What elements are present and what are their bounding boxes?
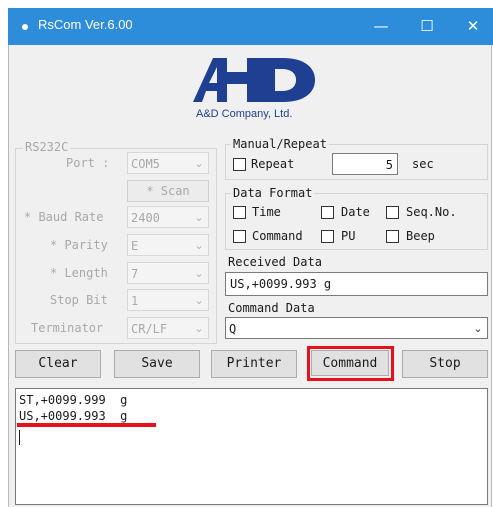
length-label: * Length bbox=[50, 266, 108, 280]
chevron-down-icon: ⌄ bbox=[194, 294, 204, 307]
length-value: 7 bbox=[131, 267, 139, 281]
command-data-label: Command Data bbox=[228, 301, 315, 315]
stop-bit-label: Stop Bit bbox=[50, 293, 108, 307]
beep-checkbox[interactable] bbox=[386, 230, 399, 243]
log-line: ST,+0099.999 g bbox=[19, 393, 128, 407]
command-button-highlight bbox=[307, 346, 394, 381]
chevron-down-icon: ⌄ bbox=[194, 239, 204, 252]
chevron-down-icon: ⌄ bbox=[194, 322, 204, 335]
printer-button[interactable]: Printer bbox=[211, 350, 297, 378]
parity-select[interactable]: E ⌄ bbox=[127, 234, 209, 256]
ad-logo bbox=[193, 58, 315, 102]
company-caption: A&D Company, Ltd. bbox=[196, 108, 293, 120]
terminator-label: Terminator bbox=[31, 321, 104, 335]
length-select[interactable]: 7 ⌄ bbox=[127, 262, 209, 284]
command-data-select[interactable]: Q ⌄ bbox=[225, 317, 488, 339]
stop-bit-value: 1 bbox=[131, 294, 139, 308]
received-data-label: Received Data bbox=[228, 255, 322, 269]
scan-button[interactable]: * Scan bbox=[127, 180, 209, 202]
repeat-interval-input[interactable]: 5 bbox=[332, 153, 398, 175]
port-value: COM5 bbox=[131, 157, 160, 171]
time-label: Time bbox=[252, 205, 281, 219]
manual-repeat-title: Manual/Repeat bbox=[231, 137, 329, 151]
data-format-title: Data Format bbox=[231, 186, 315, 200]
beep-label: Beep bbox=[406, 229, 435, 243]
chevron-down-icon: ⌄ bbox=[194, 211, 204, 224]
received-data-field[interactable]: US,+0099.993 g bbox=[225, 272, 488, 296]
parity-label: * Parity bbox=[50, 238, 108, 252]
pu-label: PU bbox=[341, 229, 356, 243]
parity-value: E bbox=[131, 239, 139, 253]
port-label: Port : bbox=[66, 156, 110, 170]
seqno-checkbox[interactable] bbox=[386, 206, 399, 219]
baud-rate-label: * Baud Rate bbox=[24, 210, 104, 224]
stop-bit-select[interactable]: 1 ⌄ bbox=[127, 289, 209, 311]
text-caret bbox=[19, 430, 20, 445]
minimize-button[interactable]: — bbox=[366, 12, 396, 40]
close-button[interactable]: ✕ bbox=[458, 12, 488, 40]
port-select[interactable]: COM5 ⌄ bbox=[127, 152, 209, 174]
window-title: RsCom Ver.6.00 bbox=[38, 17, 133, 32]
log-line: US,+0099.993 g bbox=[19, 409, 128, 423]
sec-unit-label: sec bbox=[412, 157, 434, 171]
terminator-select[interactable]: CR/LF ⌄ bbox=[127, 317, 209, 339]
time-checkbox[interactable] bbox=[233, 206, 246, 219]
date-label: Date bbox=[341, 205, 370, 219]
rs232c-title: RS232C bbox=[23, 140, 71, 154]
baud-rate-select[interactable]: 2400 ⌄ bbox=[127, 206, 209, 228]
red-underline-annotation bbox=[17, 423, 156, 427]
chevron-down-icon: ⌄ bbox=[194, 157, 204, 170]
chevron-down-icon: ⌄ bbox=[194, 267, 204, 280]
save-button[interactable]: Save bbox=[114, 350, 200, 378]
terminator-value: CR/LF bbox=[131, 322, 168, 336]
repeat-label: Repeat bbox=[251, 157, 295, 171]
pu-checkbox[interactable] bbox=[321, 230, 334, 243]
date-checkbox[interactable] bbox=[321, 206, 334, 219]
baud-rate-value: 2400 bbox=[131, 211, 160, 225]
clear-button[interactable]: Clear bbox=[15, 350, 101, 378]
chevron-down-icon: ⌄ bbox=[473, 322, 483, 335]
seqno-label: Seq.No. bbox=[406, 205, 457, 219]
stop-button[interactable]: Stop bbox=[402, 350, 488, 378]
repeat-checkbox[interactable] bbox=[233, 158, 246, 171]
maximize-button[interactable]: ☐ bbox=[412, 12, 442, 40]
command-checkbox[interactable] bbox=[233, 230, 246, 243]
command-format-label: Command bbox=[252, 229, 303, 243]
app-icon bbox=[22, 24, 28, 30]
command-data-value: Q bbox=[229, 322, 237, 336]
